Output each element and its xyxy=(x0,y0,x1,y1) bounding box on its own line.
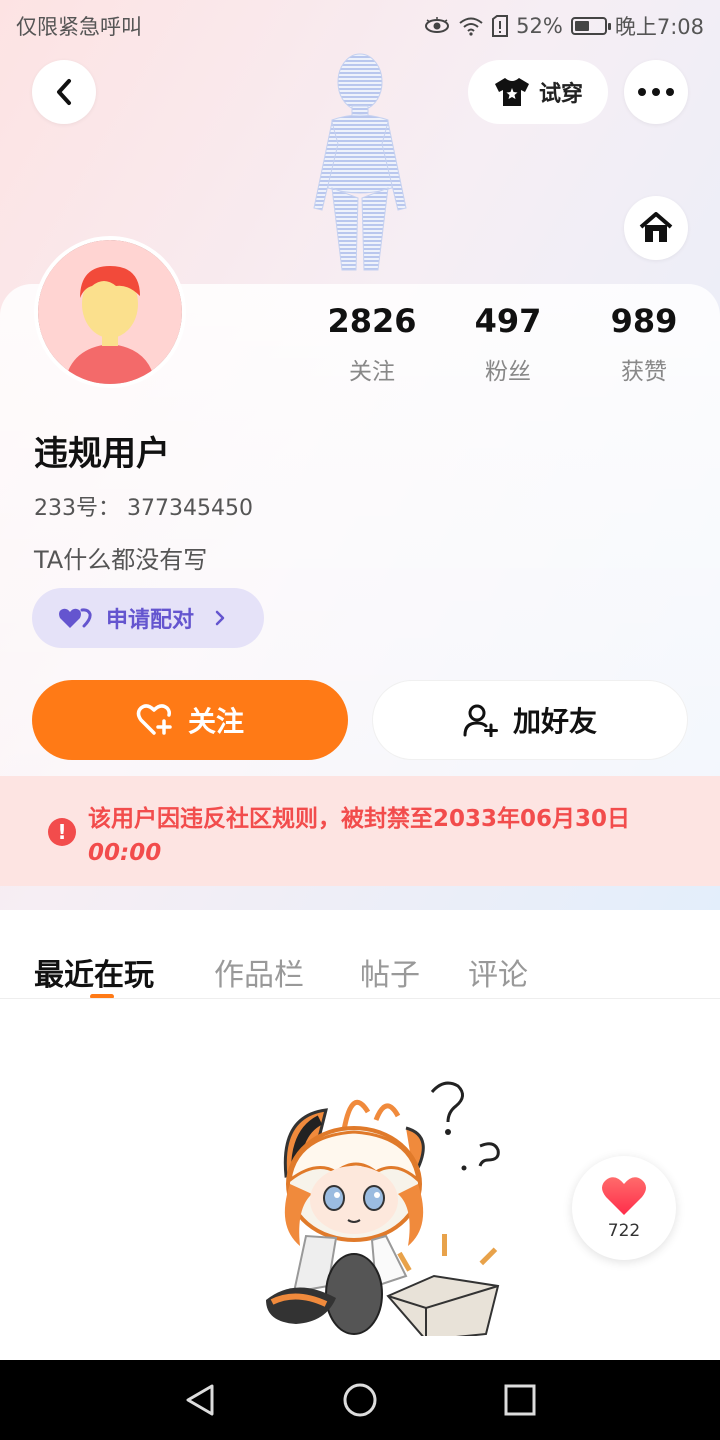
like-count: 722 xyxy=(607,1221,641,1241)
follow-button[interactable]: 关注 xyxy=(32,680,348,760)
add-user-icon xyxy=(463,704,498,737)
system-nav-bar xyxy=(0,1360,720,1440)
status-bar: 仅限紧急呼叫 52% 晚上7:08 xyxy=(0,0,720,52)
heart-plus-icon xyxy=(136,704,172,735)
add-friend-button[interactable]: 加好友 xyxy=(372,680,688,760)
default-avatar-icon xyxy=(38,240,182,384)
ban-notice-time: 00:00 xyxy=(88,840,162,866)
empty-state-illustration xyxy=(266,1081,500,1336)
homepage-button[interactable] xyxy=(624,196,688,260)
shirt-icon xyxy=(494,78,529,106)
user-bio: TA什么都没有写 xyxy=(34,546,208,574)
clock: 晚上7:08 xyxy=(614,15,704,39)
try-on-button[interactable]: 试穿 xyxy=(468,60,608,124)
followers-count: 497 xyxy=(474,302,542,340)
ban-notice-text: 该用户因违反社区规则，被封禁至2033年06月30日 xyxy=(88,806,631,832)
more-button[interactable] xyxy=(624,60,688,124)
recents-square-icon[interactable] xyxy=(504,1384,536,1416)
carrier-text: 仅限紧急呼叫 xyxy=(16,15,142,39)
request-pair-label: 申请配对 xyxy=(106,608,195,633)
home-circle-icon[interactable] xyxy=(342,1382,378,1418)
heart-icon xyxy=(602,1177,646,1215)
user-id[interactable]: 233号： 377345450 xyxy=(34,490,253,522)
content-tabs-area: 最近在玩 作品栏 帖子 评论 xyxy=(0,910,720,1360)
follow-label: 关注 xyxy=(187,705,244,738)
eye-comfort-icon xyxy=(424,17,450,35)
back-triangle-icon[interactable] xyxy=(184,1383,216,1417)
user-avatar[interactable] xyxy=(34,236,186,388)
hearts-icon xyxy=(59,608,92,628)
tab-posts[interactable]: 帖子 xyxy=(360,950,420,994)
tabs-divider xyxy=(0,998,720,999)
tab-comments[interactable]: 评论 xyxy=(468,950,528,994)
username: 违规用户 xyxy=(34,434,170,474)
stat-followers[interactable]: 497 粉丝 xyxy=(448,302,568,386)
request-pair-button[interactable]: 申请配对 xyxy=(32,588,264,648)
sim-alert-icon xyxy=(492,15,509,37)
wifi-icon xyxy=(458,16,484,36)
alert-icon: ! xyxy=(48,818,76,846)
battery-percent: 52% xyxy=(516,14,563,38)
add-friend-label: 加好友 xyxy=(512,705,597,738)
avatar-3d-figure xyxy=(292,48,428,274)
stat-likes[interactable]: 989 获赞 xyxy=(584,302,704,386)
tab-works[interactable]: 作品栏 xyxy=(214,950,304,994)
chevron-right-icon xyxy=(215,610,225,626)
likes-label: 获赞 xyxy=(621,359,667,385)
ban-notice: 该用户因违反社区规则，被封禁至2033年06月30日 00:00 xyxy=(0,776,720,886)
battery-icon xyxy=(570,17,611,35)
like-floating-button[interactable]: 722 xyxy=(572,1156,676,1260)
following-count: 2826 xyxy=(327,302,417,340)
chevron-left-icon xyxy=(57,79,71,105)
back-button[interactable] xyxy=(32,60,96,124)
try-on-label: 试穿 xyxy=(538,82,583,107)
followers-label: 粉丝 xyxy=(485,359,531,385)
home-icon xyxy=(639,212,673,242)
likes-count: 989 xyxy=(610,302,678,340)
stat-following[interactable]: 2826 关注 xyxy=(312,302,432,386)
tab-recently-played[interactable]: 最近在玩 xyxy=(34,950,154,994)
more-dots-icon xyxy=(638,88,674,96)
following-label: 关注 xyxy=(349,359,395,385)
